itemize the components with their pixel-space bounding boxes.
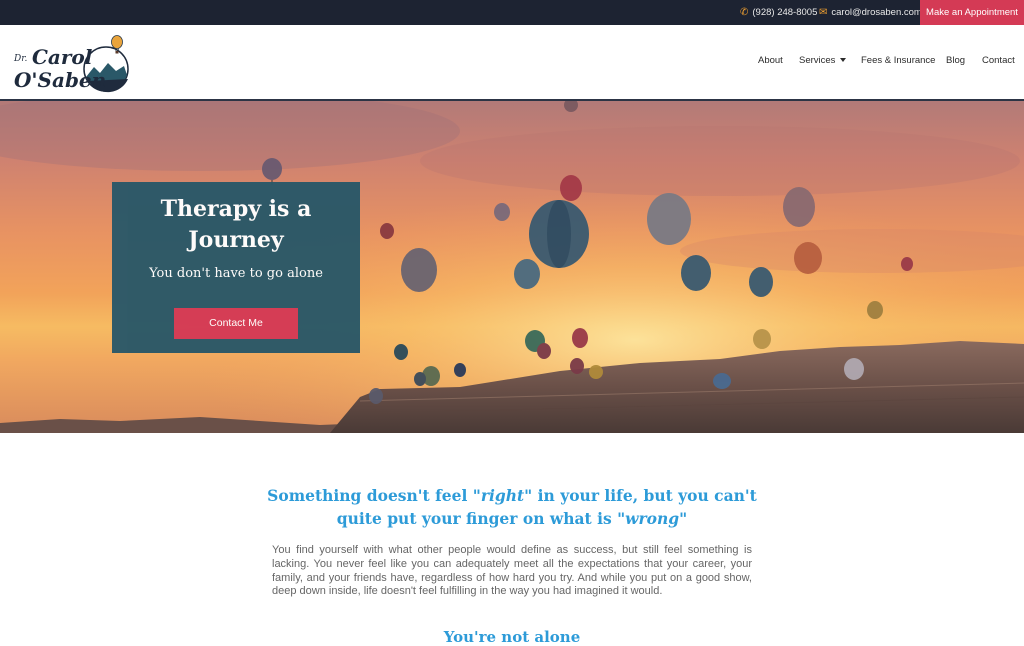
envelope-icon: ✉: [819, 7, 828, 18]
nav-services[interactable]: Services: [799, 55, 847, 71]
intro-paragraph: You find yourself with what other people…: [272, 544, 752, 598]
logo-prefix: Dr.: [13, 54, 28, 64]
top-bar: ✆ (928) 248-8005 ✉ carol@drosaben.com Ma…: [0, 0, 1024, 25]
chevron-down-icon: [840, 58, 847, 63]
email-link[interactable]: ✉ carol@drosaben.com: [819, 0, 922, 25]
section-subheading: You're not alone: [443, 628, 581, 646]
contact-me-button[interactable]: Contact Me: [174, 308, 298, 339]
email-address: carol@drosaben.com: [831, 7, 922, 18]
make-appointment-button[interactable]: Make an Appointment: [920, 0, 1024, 25]
logo-last-name: O'Saben: [14, 68, 106, 92]
hero-subtitle: You don't have to go alone: [149, 266, 323, 281]
nav-about[interactable]: About: [758, 55, 783, 71]
nav-contact[interactable]: Contact: [982, 55, 1015, 71]
nav-blog[interactable]: Blog: [946, 55, 965, 71]
headline-part-1: Something doesn't feel: [267, 486, 473, 505]
hero-banner: Therapy is a Journey You don't have to g…: [0, 101, 1024, 433]
nav-fees-insurance[interactable]: Fees & Insurance: [861, 55, 935, 71]
site-header: Dr. Carol O'Saben About Services Fees & …: [0, 25, 1024, 101]
phone-number: (928) 248-8005: [752, 7, 818, 18]
hero-title: Therapy is a Journey: [160, 196, 312, 253]
headline-emphasis-right: "right": [472, 486, 533, 505]
logo-first-name: Carol: [32, 45, 93, 69]
phone-icon: ✆: [740, 7, 749, 18]
site-logo[interactable]: Dr. Carol O'Saben: [10, 33, 135, 93]
intro-headline: Something doesn't feel "right" in your l…: [262, 484, 762, 530]
nav-services-label: Services: [799, 55, 836, 66]
headline-emphasis-wrong: "wrong": [617, 509, 688, 528]
hero-card: Therapy is a Journey You don't have to g…: [112, 182, 360, 353]
phone-link[interactable]: ✆ (928) 248-8005: [740, 0, 817, 25]
